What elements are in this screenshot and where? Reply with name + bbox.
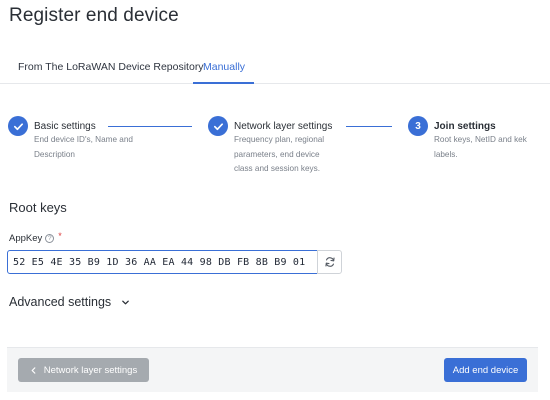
step-1-description: End device ID's, Name and Description <box>34 135 133 159</box>
tab-manually[interactable]: Manually <box>203 61 245 73</box>
add-end-device-button[interactable]: Add end device <box>444 358 527 382</box>
regenerate-key-button[interactable] <box>317 250 342 274</box>
tab-device-repository[interactable]: From The LoRaWAN Device Repository <box>18 61 204 73</box>
advanced-settings-toggle[interactable]: Advanced settings <box>9 295 130 309</box>
step-3-indicator: 3 <box>408 116 428 136</box>
tab-bar: From The LoRaWAN Device Repository Manua… <box>0 50 550 84</box>
back-button-label: Network layer settings <box>43 364 138 376</box>
step-2-description: Frequency plan, regional parameters, end… <box>234 135 325 173</box>
refresh-icon <box>324 257 335 267</box>
step-3-title: Join settings <box>434 121 496 132</box>
section-title-root-keys: Root keys <box>9 200 67 215</box>
step-1-indicator <box>8 116 28 136</box>
required-marker: * <box>58 230 62 241</box>
question-circle-icon[interactable]: ? <box>45 234 55 243</box>
app-key-label-text: AppKey <box>9 233 43 244</box>
advanced-settings-label: Advanced settings <box>9 295 112 309</box>
back-button[interactable]: Network layer settings <box>18 358 149 382</box>
step-connector-1 <box>108 126 192 127</box>
check-icon <box>213 122 223 130</box>
app-key-label: AppKey ? * <box>9 230 62 245</box>
page-title: Register end device <box>9 5 179 26</box>
step-2-indicator <box>208 116 228 136</box>
chevron-left-icon <box>31 366 36 374</box>
active-tab-indicator <box>193 82 254 84</box>
form-footer: Network layer settings Add end device <box>7 347 538 392</box>
step-2-title: Network layer settings <box>234 121 333 132</box>
app-key-input[interactable]: 52 E5 4E 35 B9 1D 36 AA EA 44 98 DB FB 8… <box>7 250 318 274</box>
step-1-title: Basic settings <box>34 121 96 132</box>
check-icon <box>13 122 23 130</box>
step-connector-2 <box>346 126 392 127</box>
step-3-description: Root keys, NetID and kek labels. <box>434 135 527 159</box>
chevron-down-icon <box>122 300 129 304</box>
